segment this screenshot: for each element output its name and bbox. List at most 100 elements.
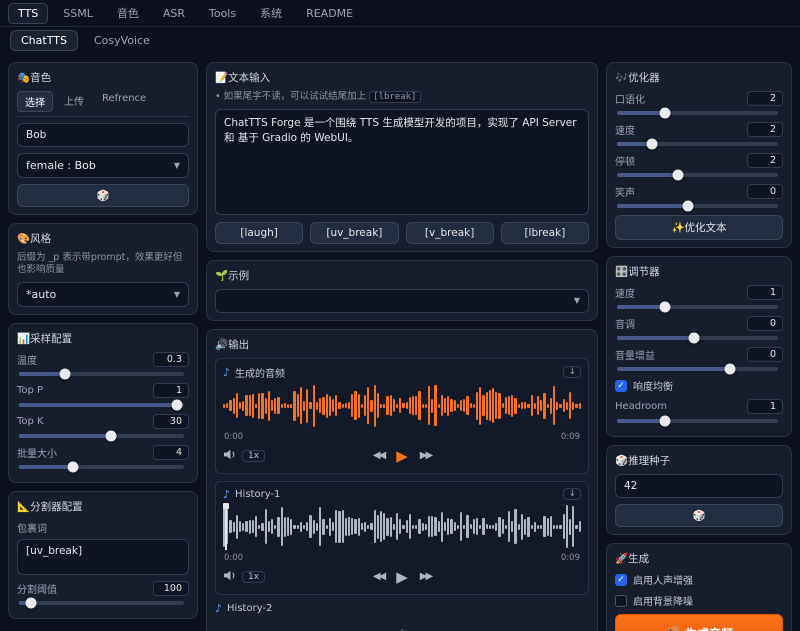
playback-speed-button[interactable]: 1x [242,450,265,462]
refine-text-button[interactable]: ✨优化文本 [615,215,783,240]
insert-uv-break-button[interactable]: [uv_break] [310,222,398,244]
waveform-history1[interactable] [223,504,581,550]
nav-tab-tts[interactable]: TTS [8,3,48,24]
enable-enhance-checkbox[interactable]: ✓ [615,574,627,586]
slider-track[interactable] [617,419,778,423]
slider-value-input[interactable]: 2 [747,153,783,168]
skip-back-icon[interactable]: ◀◀ [373,450,384,461]
slider-adjust-speed: 速度 1 [615,285,783,309]
slider-handle[interactable] [689,333,700,344]
skip-forward-icon[interactable]: ▶▶ [420,450,431,461]
check-icon: ✓ [617,381,625,391]
skip-back-icon[interactable]: ◀◀ [373,571,384,582]
play-button[interactable]: ▶ [396,568,408,586]
insert-laugh-button[interactable]: [laugh] [215,222,303,244]
speaker-dropdown[interactable]: female : Bob ▼ [17,153,189,178]
slider-track[interactable] [617,142,778,146]
slider-handle[interactable] [660,416,671,427]
volume-icon[interactable] [223,449,236,463]
generated-audio-player: ♪ 生成的音频 ↓ 0:00 0:09 [215,358,589,474]
slider-handle[interactable] [660,302,671,313]
slider-track[interactable] [617,204,778,208]
slider-value-input[interactable]: 30 [153,414,189,429]
insert-v-break-button[interactable]: [v_break] [406,222,494,244]
slider-value-input[interactable]: 4 [153,445,189,460]
slider-handle[interactable] [724,364,735,375]
tab-cosyvoice[interactable]: CosyVoice [84,31,160,50]
slider-handle[interactable] [660,108,671,119]
player-label: History-2 [227,603,272,614]
slider-value-input[interactable]: 0 [747,316,783,331]
wrap-word-textarea[interactable]: [uv_break] [17,539,189,575]
app-window: TTS SSML 音色 ASR Tools 系统 README ChatTTS … [0,0,800,623]
random-seed-button[interactable]: 🎲 [615,504,783,527]
enable-denoise-checkbox[interactable] [615,595,627,607]
skip-forward-icon[interactable]: ▶▶ [420,571,431,582]
playhead-cursor[interactable] [225,504,227,550]
slider-value-input[interactable]: 1 [747,285,783,300]
slider-handle[interactable] [673,170,684,181]
volume-icon[interactable] [223,570,236,584]
slider-track[interactable] [19,465,184,469]
examples-dropdown[interactable]: ▼ [215,289,589,313]
speaker-tab-upload[interactable]: 上传 [57,91,91,112]
insert-lbreak-button[interactable]: [lbreak] [501,222,589,244]
slider-refine-speed: 速度 2 [615,122,783,146]
slider-value-input[interactable]: 100 [153,581,189,596]
slider-track[interactable] [617,173,778,177]
slider-handle[interactable] [25,597,36,608]
slider-value-input[interactable]: 1 [153,383,189,398]
playback-speed-button[interactable]: 1x [242,571,265,583]
speaker-name-input[interactable] [17,123,189,147]
nav-tab-asr[interactable]: ASR [154,4,194,23]
seed-input[interactable] [615,474,783,498]
time-current: 0:00 [224,432,243,442]
refiner-panel: 🎶优化器 口语化 2 速度 2 [606,62,792,248]
slider-handle[interactable] [172,399,183,410]
loudness-eq-checkbox[interactable]: ✓ [615,380,627,392]
adjuster-panel-title: 🎛️调节器 [615,264,783,279]
slider-track[interactable] [617,305,778,309]
slider-handle[interactable] [106,430,117,441]
slider-top-k: Top K 30 [17,414,189,438]
slider-track[interactable] [617,111,778,115]
nav-tab-tools[interactable]: Tools [200,4,245,23]
chevron-down-icon: ▼ [574,296,580,305]
play-button[interactable]: ▶ [396,447,408,465]
waveform-generated[interactable] [223,383,581,429]
chevron-down-icon: ▼ [174,290,180,299]
random-speaker-button[interactable]: 🎲 [17,184,189,207]
speaker-tab-select[interactable]: 选择 [17,91,53,112]
style-dropdown[interactable]: *auto ▼ [17,282,189,307]
slider-value-input[interactable]: 0.3 [153,352,189,367]
nav-tab-voice[interactable]: 音色 [108,2,148,24]
slider-handle[interactable] [60,368,71,379]
slider-track[interactable] [19,372,184,376]
slider-label: 速度 [615,122,635,137]
slider-track[interactable] [19,403,184,407]
slider-value-input[interactable]: 2 [747,122,783,137]
tts-text-textarea[interactable]: ChatTTS Forge 是一个围绕 TTS 生成模型开发的项目，实现了 AP… [215,109,589,215]
sampling-panel: 📊采样配置 温度 0.3 Top P 1 [8,323,198,483]
speaker-tab-reference[interactable]: Refrence [95,91,153,112]
text-input-panel-title: 📝文本输入 [215,70,589,85]
generate-audio-button[interactable]: 🔊 生成音频 [615,614,783,631]
tab-chattts[interactable]: ChatTTS [10,30,78,51]
slider-value-input[interactable]: 0 [747,347,783,362]
slider-track[interactable] [617,336,778,340]
download-icon[interactable]: ↓ [563,366,581,378]
slider-value-input[interactable]: 1 [747,399,783,414]
slider-track[interactable] [19,601,184,605]
nav-tab-ssml[interactable]: SSML [54,4,102,23]
download-icon[interactable]: ↓ [563,488,581,500]
nav-tab-system[interactable]: 系统 [251,2,291,24]
slider-handle[interactable] [68,461,79,472]
slider-handle[interactable] [682,201,693,212]
dice-icon: 🎲 [96,189,109,202]
slider-track[interactable] [19,434,184,438]
slider-value-input[interactable]: 0 [747,184,783,199]
slider-value-input[interactable]: 2 [747,91,783,106]
slider-track[interactable] [617,367,778,371]
nav-tab-readme[interactable]: README [297,4,362,23]
slider-handle[interactable] [647,139,658,150]
